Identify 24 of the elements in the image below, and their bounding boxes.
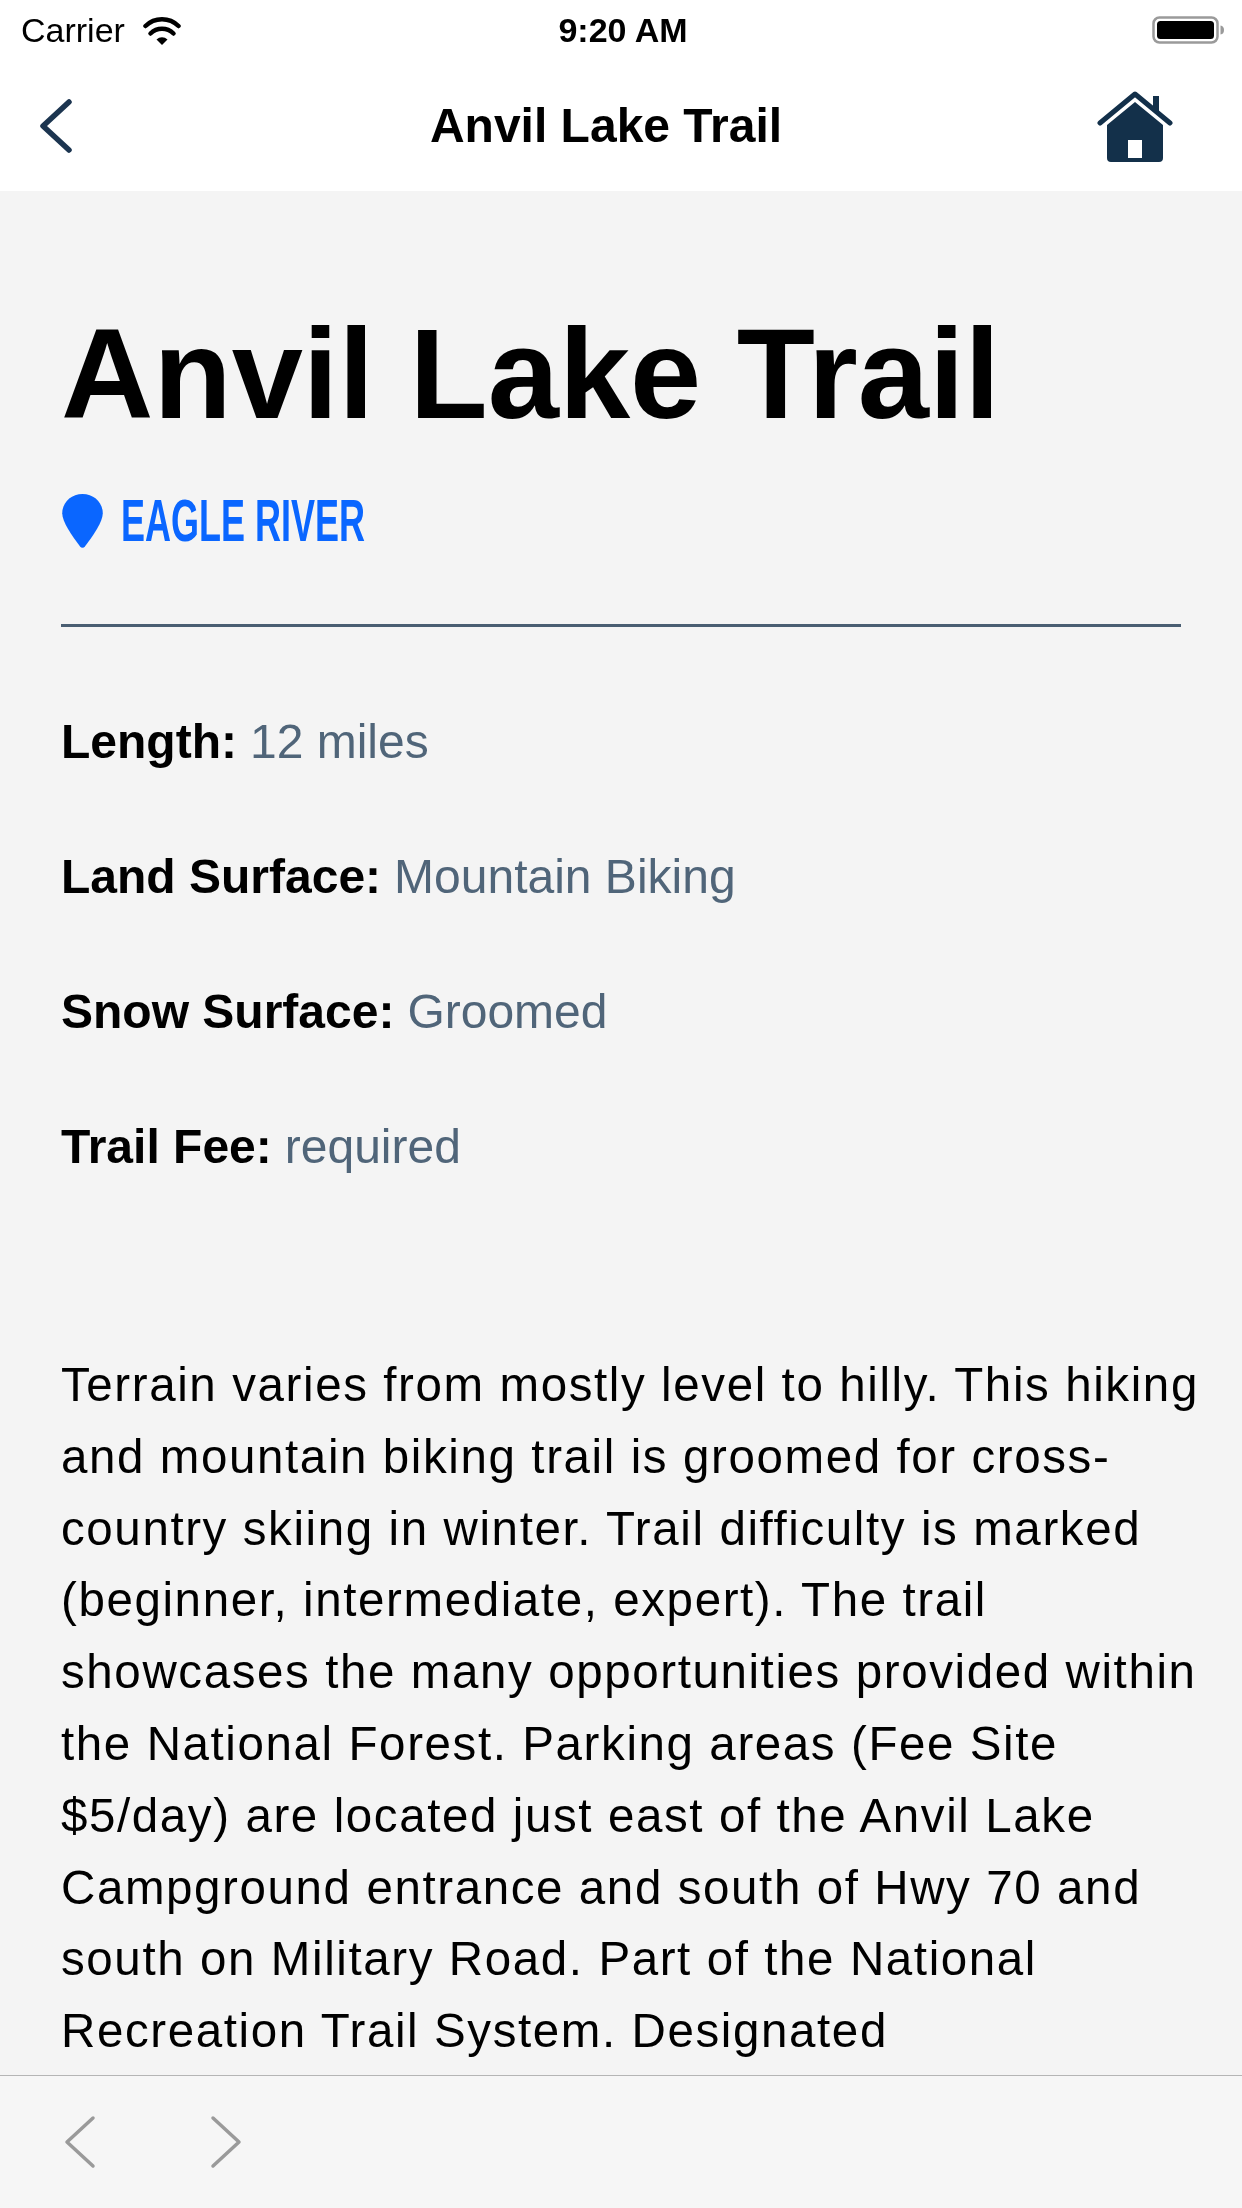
- detail-value: Mountain Biking: [394, 849, 736, 905]
- wifi-icon: [142, 15, 181, 45]
- home-button[interactable]: [1097, 89, 1173, 162]
- trail-title: Anvil Lake Trail: [61, 310, 1002, 438]
- battery-icon: [1152, 16, 1225, 44]
- house-icon: [1097, 89, 1173, 162]
- chevron-left-icon: [63, 2115, 97, 2169]
- carrier-label: Carrier: [21, 10, 125, 50]
- location-pin-icon: [61, 493, 104, 549]
- detail-value: required: [284, 1119, 461, 1175]
- detail-label: Trail Fee:: [61, 1119, 272, 1175]
- trail-description: Terrain varies from mostly level to hilly. This hiking and mountain biking trail is groomed for cross-country skiing in winter. Trail difficulty is marked (beginner, intermediate, expert). The trail showcases the many opportunities provided within the National Forest. Parking areas (Fee Site $5/day) are located just east of the Anvil Lake Campground entrance and south of Hwy 70 and south on Military Road. Part of the National Recreation Trail System. Designated: [61, 1357, 1200, 2060]
- detail-label: Length:: [61, 714, 237, 770]
- detail-label: Land Surface:: [61, 849, 382, 905]
- clock: 9:20 AM: [558, 10, 688, 50]
- forward-button[interactable]: [209, 2115, 243, 2169]
- back-button[interactable]: [39, 98, 73, 153]
- chevron-right-icon: [209, 2115, 243, 2169]
- nav-title: Anvil Lake Trail: [429, 97, 783, 154]
- detail-value: 12 miles: [249, 714, 429, 770]
- chevron-left-icon: [39, 98, 73, 153]
- detail-label: Snow Surface:: [61, 984, 395, 1040]
- location-link[interactable]: EAGLE RIVER: [121, 493, 366, 549]
- detail-value: Groomed: [407, 984, 608, 1040]
